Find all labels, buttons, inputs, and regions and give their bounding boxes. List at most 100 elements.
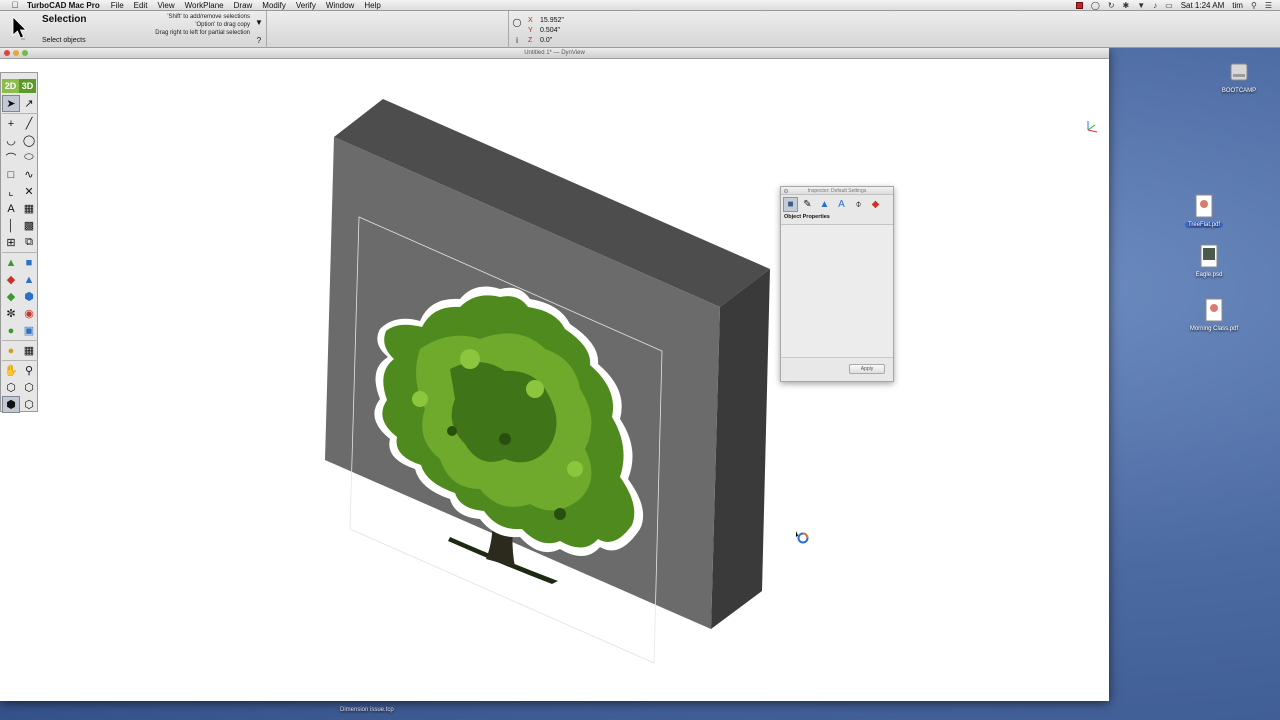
text-tool-icon[interactable]: A xyxy=(2,200,20,217)
menu-view[interactable]: View xyxy=(157,1,174,10)
coord-z-value[interactable]: 0.0" xyxy=(540,37,552,44)
dimension-tab-icon[interactable]: ⌽ xyxy=(851,197,866,212)
menu-file[interactable]: File xyxy=(111,1,124,10)
desktop-icon-bootcamp[interactable]: BOOTCAMP xyxy=(1204,60,1274,94)
box-side-face[interactable] xyxy=(711,269,770,629)
pen-tab-icon[interactable]: ✎ xyxy=(800,197,815,212)
battery-icon[interactable]: ▭ xyxy=(1165,1,1173,10)
app-menu[interactable]: TurboCAD Mac Pro xyxy=(27,1,100,10)
menu-verify[interactable]: Verify xyxy=(296,1,316,10)
apple-menu-icon[interactable]:  xyxy=(8,0,22,10)
window-zoom-button[interactable] xyxy=(22,50,28,56)
tool-info-bar: Selection Select objects 'Shift' to add/… xyxy=(0,11,1280,48)
menubar-clock[interactable]: Sat 1:24 AM xyxy=(1181,1,1225,10)
revolve-tool-icon[interactable]: ▲ xyxy=(20,271,38,288)
window-titlebar[interactable]: Untitled 1* — DynView xyxy=(0,48,1109,59)
menu-help[interactable]: Help xyxy=(364,1,380,10)
notification-list-icon[interactable]: ☰ xyxy=(1265,1,1272,10)
spotlight-search-icon[interactable]: ⚲ xyxy=(1251,1,1257,10)
coord-x-value[interactable]: 15.952" xyxy=(540,17,564,24)
window-minimize-button[interactable] xyxy=(13,50,19,56)
coordinate-mode-icon[interactable]: ◯ xyxy=(512,14,522,32)
arc-tool-icon[interactable]: ◡ xyxy=(2,132,20,149)
line-tool-icon[interactable]: ╱ xyxy=(20,115,38,132)
desktop-icon-morning-class[interactable]: Morning Class.pdf xyxy=(1179,298,1249,332)
coord-y-value[interactable]: 0.504" xyxy=(540,27,560,34)
drawing-window: Untitled 1* — DynView xyxy=(0,48,1109,701)
sync-status-icon[interactable]: ◯ xyxy=(1091,1,1100,10)
table-tool-icon[interactable]: ▦ xyxy=(20,342,38,359)
window-close-button[interactable] xyxy=(4,50,10,56)
dimension-tool-icon[interactable]: │ xyxy=(2,217,20,234)
object-properties-tab-icon[interactable]: ■ xyxy=(783,197,798,212)
divider xyxy=(508,11,509,48)
render-mode-icon[interactable]: ⬢ xyxy=(2,396,20,413)
view-front-icon[interactable]: ⬡ xyxy=(2,379,20,396)
loft-tool-icon[interactable]: ▣ xyxy=(20,322,38,339)
drive-icon xyxy=(1230,63,1248,81)
menubar-user[interactable]: tim xyxy=(1232,1,1243,10)
bluetooth-icon[interactable]: ✱ xyxy=(1123,1,1130,10)
hint-line: 'Option' to drag copy xyxy=(195,22,250,28)
axis-gizmo-icon[interactable] xyxy=(1084,118,1100,134)
helix-tool-icon[interactable]: ✼ xyxy=(2,305,20,322)
curve-tool-icon[interactable]: ⌒ xyxy=(2,149,20,166)
transform-tool-icon[interactable]: ⊞ xyxy=(2,234,20,251)
record-status-icon[interactable] xyxy=(1075,2,1083,9)
fillet-tool-icon[interactable]: ⌞ xyxy=(2,183,20,200)
hint-line: 'Shift' to add/remove selections xyxy=(167,14,250,20)
trim-tool-icon[interactable]: ✕ xyxy=(20,183,38,200)
time-machine-icon[interactable]: ↻ xyxy=(1108,1,1115,10)
shell-tool-icon[interactable]: ◉ xyxy=(20,305,38,322)
coord-y-label: Y xyxy=(528,27,533,34)
wireframe-mode-icon[interactable]: ⬡ xyxy=(20,396,38,413)
solid-edit-tool-icon[interactable]: ◆ xyxy=(2,288,20,305)
pdf-file-icon xyxy=(1195,194,1213,218)
light-tool-icon[interactable]: ● xyxy=(2,342,20,359)
tool-subtitle: Select objects xyxy=(42,37,86,44)
point-tool-icon[interactable]: + xyxy=(2,115,20,132)
inspector-titlebar[interactable]: Inspector: Default Settings xyxy=(781,187,893,195)
busy-cursor-icon xyxy=(796,531,809,544)
menu-modify[interactable]: Modify xyxy=(262,1,286,10)
spline-tool-icon[interactable]: ∿ xyxy=(20,166,38,183)
circle-tool-icon[interactable]: ◯ xyxy=(20,132,38,149)
volume-icon[interactable]: ♪ xyxy=(1153,1,1157,10)
copy-tool-icon[interactable]: ⧉ xyxy=(20,234,38,251)
info-icon[interactable]: i xyxy=(512,32,522,50)
image-tool-icon[interactable]: ▦ xyxy=(20,200,38,217)
text-tab-icon[interactable]: A xyxy=(834,197,849,212)
hatch-tool-icon[interactable]: ▩ xyxy=(20,217,38,234)
pan-hand-icon[interactable]: ✋ xyxy=(2,362,20,379)
select-tool-icon[interactable]: ➤ xyxy=(2,95,20,112)
render-tab-icon[interactable]: ◆ xyxy=(868,197,883,212)
help-question-icon[interactable]: ? xyxy=(254,32,264,50)
mode-3d-button[interactable]: 3D xyxy=(19,79,36,93)
cube-tool-icon[interactable]: ⬢ xyxy=(20,288,38,305)
hints-dropdown-icon[interactable]: ▼ xyxy=(254,14,264,32)
view-iso-icon[interactable]: ⬡ xyxy=(20,379,38,396)
extrude-tool-icon[interactable]: ▲ xyxy=(2,254,20,271)
box-tool-icon[interactable]: ■ xyxy=(20,254,38,271)
3d-scene[interactable] xyxy=(0,59,1109,701)
rectangle-tool-icon[interactable]: □ xyxy=(2,166,20,183)
desktop-icon-eagle[interactable]: Eagle.psd xyxy=(1174,244,1244,278)
zoom-icon[interactable]: ⚲ xyxy=(20,362,38,379)
menu-window[interactable]: Window xyxy=(326,1,354,10)
desktop-file-label[interactable]: Dimension issue.tcp xyxy=(340,707,394,713)
boolean-tool-icon[interactable]: ◆ xyxy=(2,271,20,288)
drawing-canvas[interactable] xyxy=(0,59,1109,701)
desktop-icon-label: BOOTCAMP xyxy=(1221,88,1257,94)
apply-button[interactable]: Apply xyxy=(849,364,885,374)
brush-tab-icon[interactable]: ▲ xyxy=(817,197,832,212)
wifi-icon[interactable]: ▼ xyxy=(1137,1,1145,10)
edit-tool-icon[interactable]: ↗ xyxy=(20,95,38,112)
desktop-icon-treeflat[interactable]: TreeFlat.pdf xyxy=(1169,194,1239,228)
menu-draw[interactable]: Draw xyxy=(234,1,253,10)
ellipse-tool-icon[interactable]: ⬭ xyxy=(20,149,38,166)
menu-workplane[interactable]: WorkPlane xyxy=(185,1,224,10)
mode-2d-button[interactable]: 2D xyxy=(2,79,19,93)
menu-edit[interactable]: Edit xyxy=(134,1,148,10)
inspector-close-button[interactable] xyxy=(784,189,788,193)
sweep-tool-icon[interactable]: ● xyxy=(2,322,20,339)
